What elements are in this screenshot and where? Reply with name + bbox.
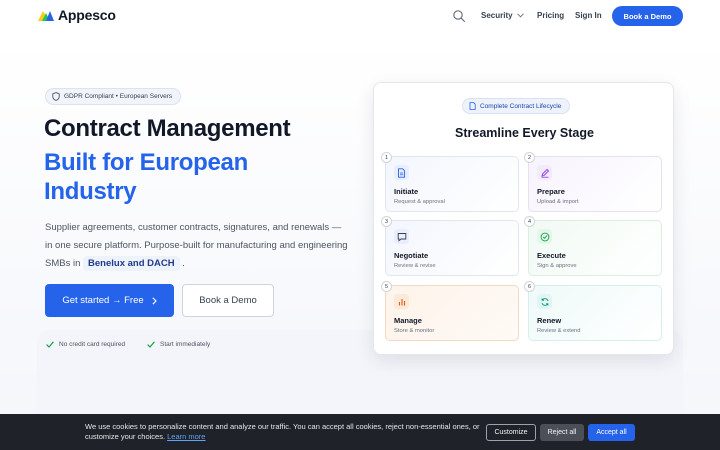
lifecycle-title: Streamline Every Stage (455, 126, 594, 140)
step-description: Review & revise (394, 263, 436, 269)
nav-pricing[interactable]: Pricing (537, 11, 564, 20)
step-initiate[interactable]: 1 Initiate Request & approval (381, 152, 519, 212)
accept-all-button[interactable]: Accept all (588, 424, 635, 441)
chevron-right-icon (152, 296, 157, 305)
shield-icon (52, 92, 60, 101)
start-immediately-note: Start immediately (147, 341, 210, 348)
brand-logo-icon (38, 11, 54, 21)
reject-all-button[interactable]: Reject all (540, 424, 584, 441)
search-icon[interactable] (452, 9, 466, 23)
step-name: Execute (537, 251, 566, 260)
step-description: Store & monitor (394, 328, 435, 334)
step-description: Sign & approve (537, 263, 577, 269)
hero-title-line-2: Built for European Industry (44, 149, 248, 205)
step-description: Upload & import (537, 199, 579, 205)
step-number: 4 (524, 216, 535, 227)
step-number: 6 (524, 281, 535, 292)
step-number: 1 (381, 152, 392, 163)
lifecycle-badge-text: Complete Contract Lifecycle (480, 102, 562, 110)
step-prepare[interactable]: 2 Prepare Upload & import (524, 152, 662, 212)
document-icon (394, 165, 409, 180)
step-negotiate[interactable]: 3 Negotiate Review & revise (381, 216, 519, 276)
nav-sign-in[interactable]: Sign In (575, 11, 602, 20)
step-renew[interactable]: 6 Renew Review & extend (524, 281, 662, 341)
chevron-down-icon (516, 13, 524, 18)
document-icon (469, 102, 476, 110)
get-started-button[interactable]: Get started → Free (45, 284, 174, 317)
hero-description-end: . (179, 258, 185, 269)
step-execute[interactable]: 4 Execute Sign & approve (524, 216, 662, 276)
step-number: 3 (381, 216, 392, 227)
check-icon (147, 341, 155, 348)
chat-icon (394, 229, 409, 244)
lifecycle-card: Complete Contract Lifecycle Streamline E… (373, 82, 674, 355)
book-demo-button[interactable]: Book a Demo (182, 284, 274, 317)
get-started-label: Get started → Free (62, 295, 144, 306)
nav-security-label: Security (481, 11, 513, 20)
cookie-message: We use cookies to personalize content an… (85, 422, 480, 441)
no-credit-card-text: No credit card required (59, 341, 126, 348)
check-circle-icon (537, 229, 552, 244)
hero-description: Supplier agreements, customer contracts,… (45, 219, 350, 273)
step-manage[interactable]: 5 Manage Store & monitor (381, 281, 519, 341)
step-name: Negotiate (394, 251, 429, 260)
bar-chart-icon (394, 294, 409, 309)
step-name: Initiate (394, 187, 419, 196)
pen-icon (537, 165, 552, 180)
hero-title-line-1: Contract Management (44, 115, 291, 142)
customize-button[interactable]: Customize (486, 424, 536, 441)
brand-name: Appesco (58, 7, 116, 23)
step-name: Manage (394, 316, 422, 325)
step-number: 2 (524, 152, 535, 163)
cookie-text: We use cookies to personalize content an… (85, 422, 480, 442)
step-description: Request & approval (394, 199, 445, 205)
nav-security[interactable]: Security (481, 11, 524, 20)
step-description: Review & extend (537, 328, 581, 334)
brand[interactable]: Appesco (38, 7, 116, 23)
region-highlight: Benelux and DACH (83, 256, 180, 271)
check-icon (46, 341, 54, 348)
step-number: 5 (381, 281, 392, 292)
no-credit-card-note: No credit card required (46, 341, 125, 348)
gdpr-badge-text: GDPR Compliant • European Servers (64, 93, 173, 100)
step-name: Renew (537, 316, 562, 325)
book-demo-nav-button[interactable]: Book a Demo (612, 6, 683, 26)
lifecycle-badge: Complete Contract Lifecycle (462, 98, 571, 114)
learn-more-link[interactable]: Learn more (167, 432, 205, 441)
start-immediately-text: Start immediately (160, 341, 211, 348)
step-name: Prepare (537, 187, 565, 196)
refresh-icon (537, 294, 552, 309)
top-nav: Appesco Security Pricing Sign In Book a … (0, 0, 720, 34)
cookie-banner: We use cookies to personalize content an… (0, 414, 720, 450)
gdpr-badge: GDPR Compliant • European Servers (45, 88, 182, 105)
